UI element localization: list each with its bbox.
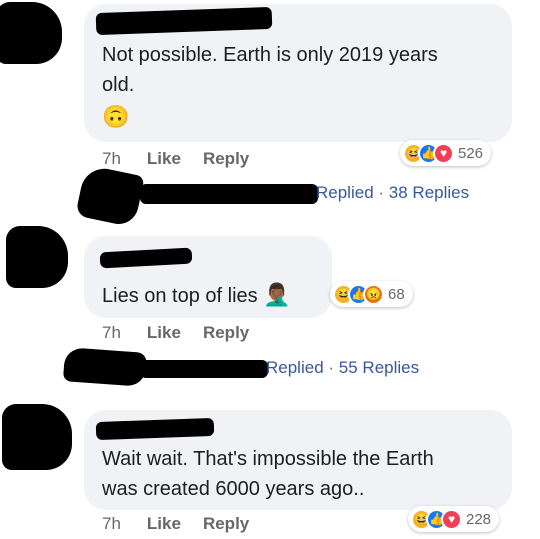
timestamp[interactable]: 7h [102, 323, 121, 343]
reaction-summary[interactable]: 😆 👍 ♥ 228 [408, 506, 500, 532]
redacted-replier-name [140, 360, 268, 378]
redacted-replier-name [140, 184, 318, 204]
facepalm-emoji: 🤦🏾‍♂️ [263, 282, 291, 307]
redacted-replier-avatar [62, 347, 148, 387]
avatar[interactable] [0, 2, 62, 64]
like-button[interactable]: Like [147, 323, 181, 343]
comment-actions: 7h Like Reply [102, 323, 249, 343]
comment-text: Lies on top of lies 🤦🏾‍♂️ [102, 282, 291, 307]
reaction-summary[interactable]: 😆 👍 ♥ 526 [400, 140, 492, 166]
redacted-replier-avatar [75, 164, 145, 228]
reaction-count: 526 [458, 144, 484, 162]
comment-actions: 7h Like Reply [102, 514, 249, 534]
angry-reaction-icon: 😠 [363, 283, 384, 305]
timestamp[interactable]: 7h [102, 514, 121, 534]
comment-text: Not possible. Earth is only 2019 years o… [102, 44, 438, 96]
reaction-count: 228 [466, 510, 492, 528]
avatar[interactable] [6, 226, 68, 288]
reaction-summary[interactable]: 😆 👍 😠 68 [330, 281, 413, 307]
reply-button[interactable]: Reply [203, 149, 249, 169]
upside-down-face-emoji: 🙃 [102, 104, 130, 129]
comment-actions: 7h Like Reply [102, 149, 249, 169]
love-reaction-icon: ♥ [441, 508, 462, 530]
like-button[interactable]: Like [147, 149, 181, 169]
view-replies-link[interactable]: Replied · 55 Replies [266, 358, 419, 378]
view-replies-link[interactable]: Replied · 38 Replies [316, 183, 469, 203]
reply-button[interactable]: Reply [203, 323, 249, 343]
avatar[interactable] [2, 404, 72, 470]
timestamp[interactable]: 7h [102, 149, 121, 169]
love-reaction-icon: ♥ [433, 142, 454, 164]
comment-text: Wait wait. That's impossible the Earth w… [102, 448, 434, 500]
reply-button[interactable]: Reply [203, 514, 249, 534]
like-button[interactable]: Like [147, 514, 181, 534]
reaction-count: 68 [388, 285, 405, 303]
